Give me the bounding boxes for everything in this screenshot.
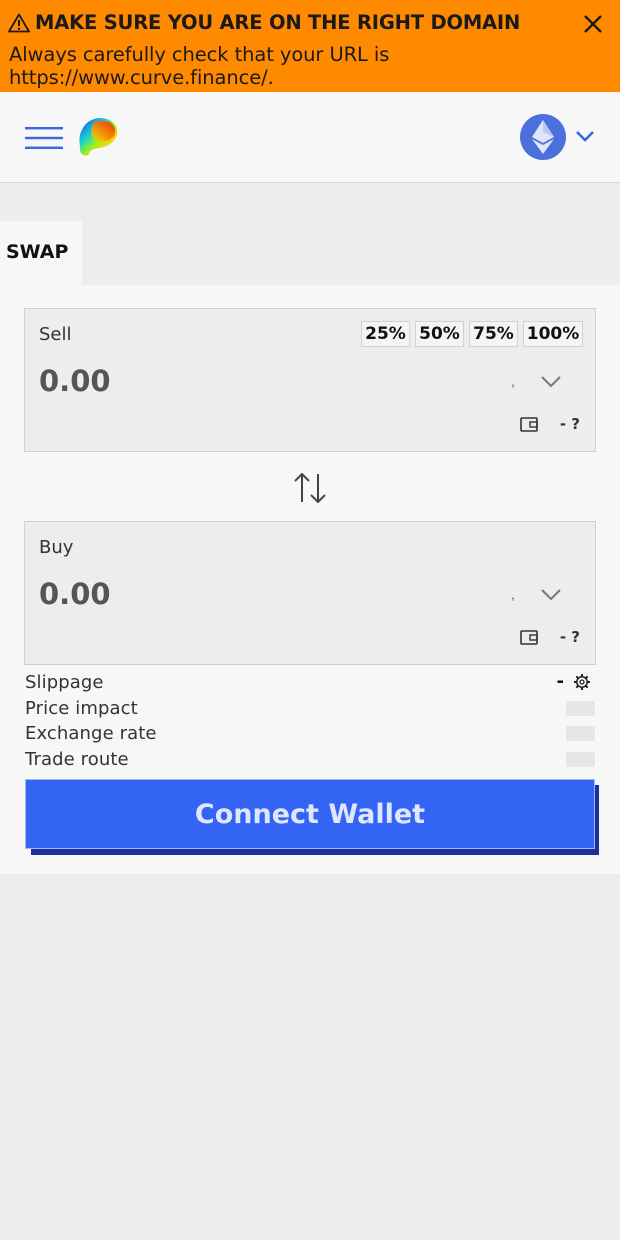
wallet-icon	[520, 630, 538, 645]
percent-75-button[interactable]: 75%	[469, 321, 518, 347]
wallet-icon	[520, 417, 538, 432]
trade-route-row: Trade route	[25, 749, 595, 771]
ethereum-icon	[520, 114, 566, 160]
slippage-value: -	[556, 671, 564, 692]
gear-icon[interactable]	[573, 673, 591, 691]
app-root: MAKE SURE YOU ARE ON THE RIGHT DOMAIN Al…	[0, 0, 620, 1240]
sell-label: Sell	[39, 324, 72, 345]
connect-wallet-button[interactable]: Connect Wallet	[25, 779, 595, 849]
trade-route-label: Trade route	[25, 749, 129, 770]
sell-balance-value: - ?	[559, 415, 580, 433]
price-impact-label: Price impact	[25, 698, 138, 719]
percent-25-button[interactable]: 25%	[361, 321, 410, 347]
warning-triangle-icon	[8, 13, 30, 33]
hamburger-menu-icon[interactable]	[24, 125, 66, 151]
connect-wallet-container: Connect Wallet	[25, 779, 599, 855]
network-selector[interactable]	[520, 114, 600, 160]
banner-title: MAKE SURE YOU ARE ON THE RIGHT DOMAIN	[35, 11, 521, 34]
percent-50-button[interactable]: 50%	[415, 321, 464, 347]
exchange-rate-row: Exchange rate	[25, 723, 595, 745]
sell-token-placeholder: ,	[511, 373, 515, 389]
swap-panel: Sell 25% 50% 75% 100% , - ?	[0, 285, 620, 874]
sell-amount-input[interactable]	[39, 361, 439, 401]
buy-box: Buy , - ?	[24, 521, 596, 665]
buy-label: Buy	[39, 537, 74, 558]
buy-balance: - ?	[520, 628, 580, 648]
buy-token-placeholder: ,	[511, 586, 515, 602]
percent-100-button[interactable]: 100%	[523, 321, 583, 347]
exchange-rate-label: Exchange rate	[25, 723, 157, 744]
app-header	[0, 92, 620, 183]
buy-balance-value: - ?	[559, 628, 580, 646]
tab-swap-label: SWAP	[6, 241, 69, 263]
slippage-row: Slippage -	[25, 671, 595, 694]
sell-box: Sell 25% 50% 75% 100% , - ?	[24, 308, 596, 452]
curve-logo[interactable]	[75, 114, 121, 160]
domain-warning-banner: MAKE SURE YOU ARE ON THE RIGHT DOMAIN Al…	[0, 0, 620, 92]
slippage-label: Slippage	[25, 672, 104, 693]
price-impact-row: Price impact	[25, 698, 595, 720]
swap-direction-icon[interactable]	[292, 471, 328, 505]
close-icon[interactable]	[580, 11, 606, 37]
chevron-down-icon[interactable]	[537, 580, 565, 608]
buy-amount-input[interactable]	[39, 574, 439, 614]
price-impact-loading	[566, 701, 595, 716]
tab-swap[interactable]: SWAP	[0, 221, 82, 285]
sell-balance: - ?	[520, 415, 580, 435]
banner-message: Always carefully check that your URL is …	[9, 43, 390, 89]
chevron-down-icon[interactable]	[537, 367, 565, 395]
chevron-down-icon	[576, 131, 594, 142]
trade-route-loading	[566, 752, 595, 767]
exchange-rate-loading	[566, 726, 595, 741]
